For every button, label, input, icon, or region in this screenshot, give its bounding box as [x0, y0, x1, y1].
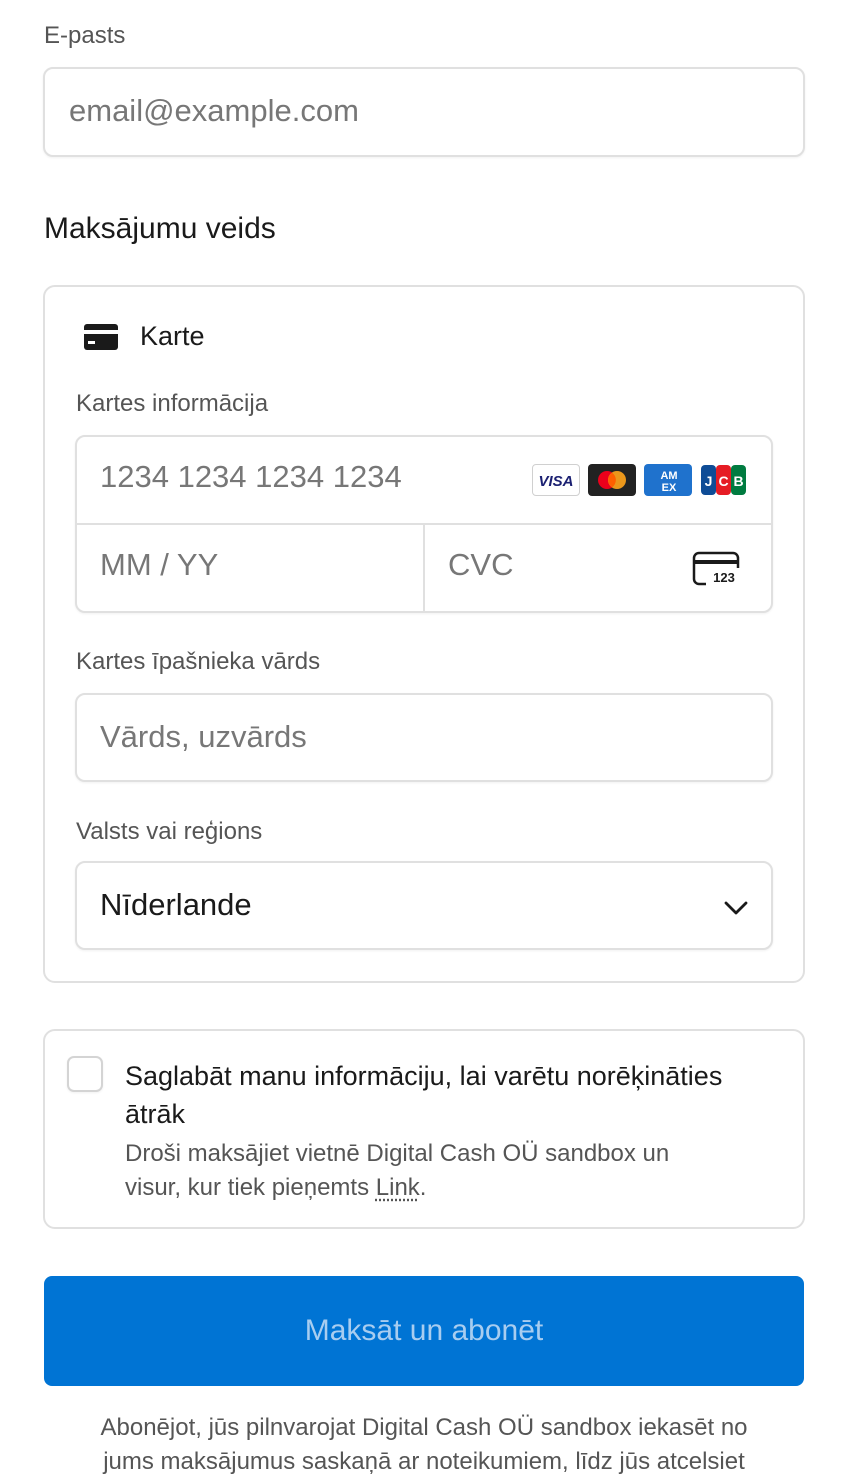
- card-info-label: Kartes informācija: [76, 390, 268, 418]
- visa-icon: VISA: [532, 464, 580, 496]
- pay-subscribe-button[interactable]: Maksāt un abonēt: [44, 1276, 804, 1386]
- cardholder-label: Kartes īpašnieka vārds: [76, 648, 320, 676]
- svg-text:EX: EX: [662, 482, 677, 494]
- payment-method-heading: Maksājumu veids: [44, 212, 276, 246]
- card-cvc-input[interactable]: CVC 123: [424, 523, 771, 611]
- save-info-desc-suffix: .: [420, 1174, 427, 1201]
- tab-card[interactable]: Karte: [82, 318, 342, 358]
- save-info-title-line1: Saglabāt manu informāciju, lai varētu no…: [125, 1057, 722, 1095]
- cvc-icon-text: 123: [713, 570, 735, 585]
- save-info-panel: Saglabāt manu informāciju, lai varētu no…: [43, 1029, 805, 1229]
- country-label: Valsts vai reģions: [76, 818, 262, 846]
- terms-line2: jums maksājumus saskaņā ar noteikumiem, …: [0, 1445, 848, 1479]
- jcb-icon: J C B: [700, 464, 748, 496]
- country-selected-value: Nīderlande: [100, 887, 252, 923]
- svg-text:B: B: [733, 473, 743, 489]
- tab-card-label: Karte: [140, 321, 205, 352]
- cardholder-name-field[interactable]: Vārds, uzvārds: [75, 693, 773, 782]
- link-info-link[interactable]: Link: [376, 1174, 420, 1201]
- cardholder-placeholder: Vārds, uzvārds: [100, 719, 307, 755]
- card-expiry-placeholder: MM / YY: [100, 547, 218, 583]
- card-number-input[interactable]: 1234 1234 1234 1234 VISA AM EX J C B: [77, 437, 771, 521]
- amex-icon: AM EX: [644, 464, 692, 496]
- email-field[interactable]: email@example.com: [43, 67, 805, 157]
- save-info-desc-prefix: visur, kur tiek pieņemts: [125, 1174, 376, 1201]
- chevron-down-icon: [723, 899, 749, 917]
- svg-text:C: C: [718, 473, 728, 489]
- svg-text:AM: AM: [660, 470, 677, 482]
- email-placeholder: email@example.com: [69, 93, 359, 129]
- card-cvc-placeholder: CVC: [448, 547, 513, 583]
- save-info-title-line2: ātrāk: [125, 1095, 722, 1133]
- cvc-card-icon: 123: [692, 551, 742, 587]
- save-info-desc-line1: Droši maksājiet vietnē Digital Cash OÜ s…: [125, 1137, 669, 1171]
- terms-text: Abonējot, jūs pilnvarojat Digital Cash O…: [0, 1411, 848, 1479]
- email-label: E-pasts: [44, 22, 125, 50]
- terms-line1: Abonējot, jūs pilnvarojat Digital Cash O…: [0, 1411, 848, 1445]
- svg-text:VISA: VISA: [538, 473, 573, 490]
- mastercard-icon: [588, 464, 636, 496]
- save-info-title: Saglabāt manu informāciju, lai varētu no…: [125, 1057, 722, 1133]
- credit-card-icon: [84, 324, 118, 350]
- card-number-placeholder: 1234 1234 1234 1234: [100, 459, 402, 495]
- country-select[interactable]: Nīderlande: [75, 861, 773, 950]
- save-info-checkbox[interactable]: [67, 1056, 103, 1092]
- svg-text:J: J: [705, 473, 713, 489]
- save-info-description: Droši maksājiet vietnē Digital Cash OÜ s…: [125, 1137, 669, 1205]
- card-expiry-input[interactable]: MM / YY: [77, 523, 422, 611]
- save-info-desc-line2: visur, kur tiek pieņemts Link.: [125, 1171, 669, 1205]
